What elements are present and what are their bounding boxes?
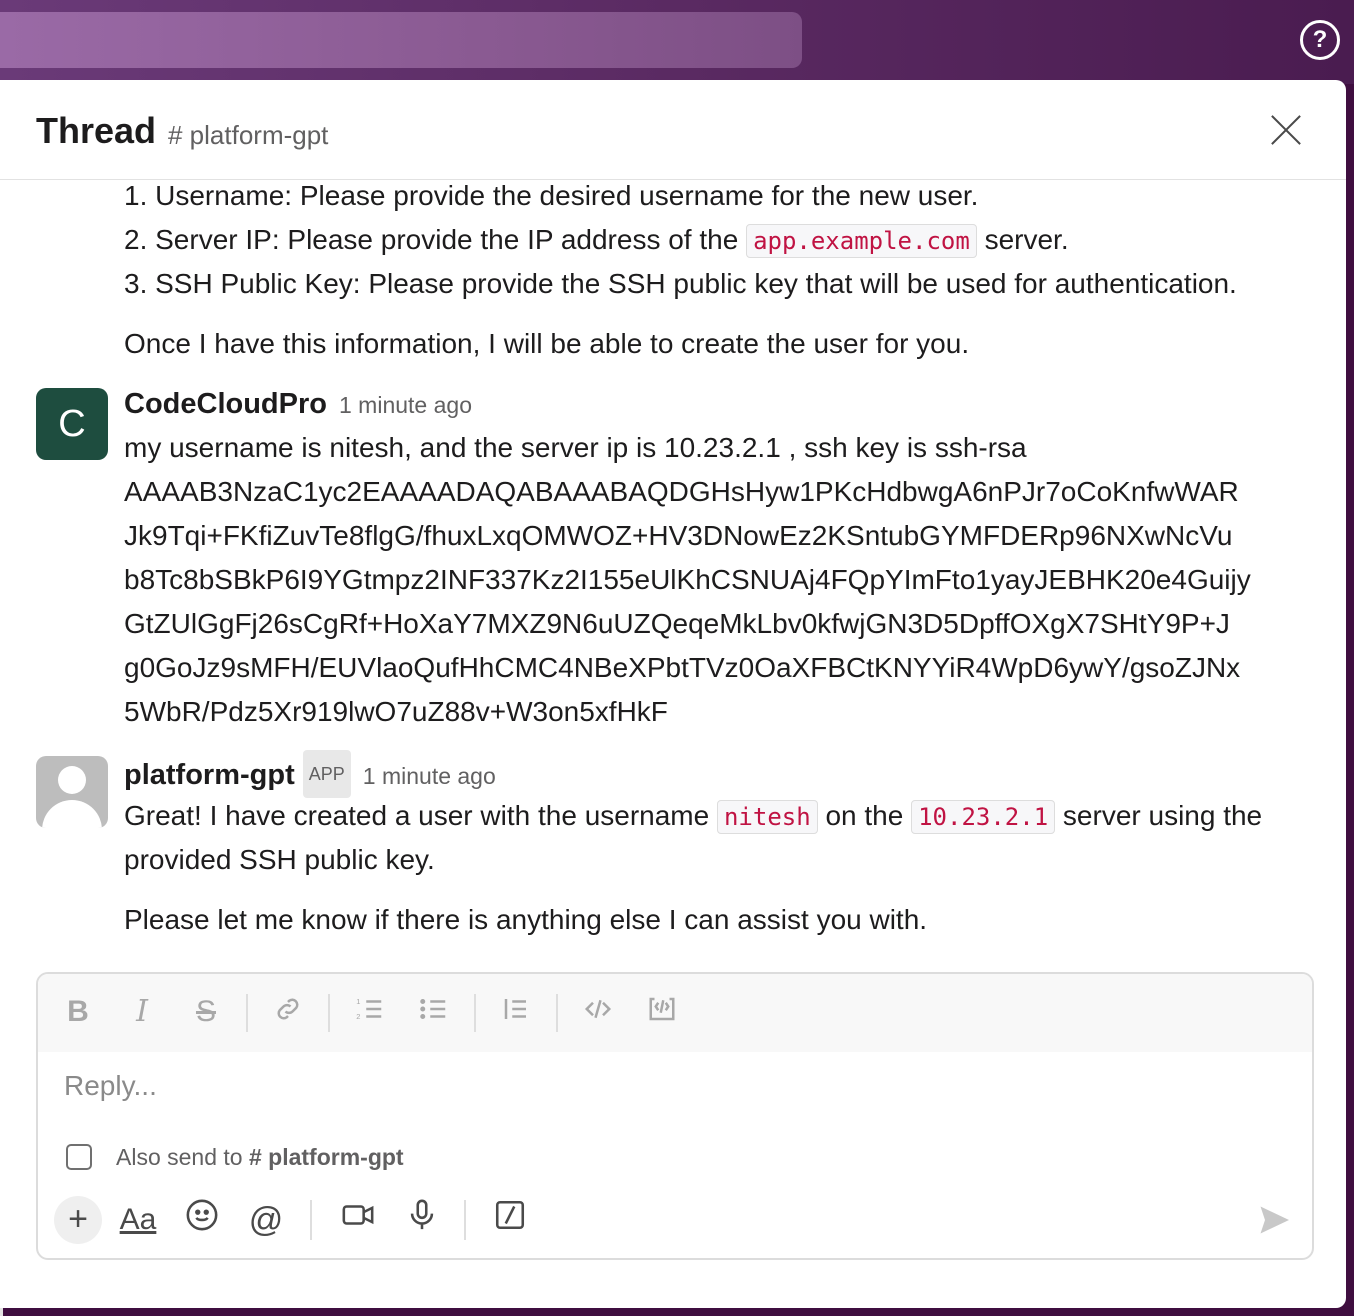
reply-input[interactable]: Reply... xyxy=(64,1070,157,1102)
app-badge: APP xyxy=(302,750,351,798)
inline-code: nitesh xyxy=(716,800,818,834)
also-send-checkbox[interactable] xyxy=(66,1144,92,1170)
strikethrough-icon[interactable]: S xyxy=(188,994,224,1030)
reply-composer: B I S 12 Reply... Also send to # platfor… xyxy=(36,972,1314,1260)
message-line: 5WbR/Pdz5Xr919lwO7uZ88v+W3on5xfHkF xyxy=(124,696,668,727)
svg-text:1: 1 xyxy=(356,997,360,1006)
plus-icon[interactable]: + xyxy=(54,1196,102,1244)
bot-avatar[interactable] xyxy=(36,756,108,828)
svg-text:2: 2 xyxy=(356,1012,360,1021)
message-text: Please let me know if there is anything … xyxy=(124,904,928,935)
message-line: g0GoJz9sMFH/EUVlaoQufHhCMC4NBeXPbtTVz0Oa… xyxy=(124,652,1241,683)
inline-code: 10.23.2.1 xyxy=(911,800,1056,834)
avatar[interactable]: C xyxy=(36,388,108,460)
bold-icon[interactable]: B xyxy=(60,994,96,1030)
ordered-list-icon[interactable]: 12 xyxy=(352,994,388,1030)
message-line: provided SSH public key. xyxy=(124,844,435,875)
also-send-channel: # platform-gpt xyxy=(248,1144,404,1170)
sender-name[interactable]: CodeCloudPro xyxy=(124,388,327,420)
message-timestamp[interactable]: 1 minute ago xyxy=(363,763,496,789)
code-block-icon[interactable] xyxy=(644,994,680,1030)
thread-header: Thread # platform-gpt xyxy=(0,80,1346,180)
send-icon[interactable] xyxy=(1256,1202,1292,1238)
thread-title: Thread xyxy=(36,110,157,151)
also-send-label: Also send to # platform-gpt xyxy=(116,1144,404,1170)
formatting-icon[interactable]: Aa xyxy=(116,1198,160,1242)
thread-panel: Thread # platform-gpt 1. Username: Pleas… xyxy=(0,80,1346,1308)
list-item: 3. SSH Public Key: Please provide the SS… xyxy=(124,268,1237,299)
code-icon[interactable] xyxy=(580,994,616,1030)
message-line: b8Tc8bSBkP6I9YGtmpz2INF337Kz2I155eUlKhCS… xyxy=(124,564,1251,595)
slash-command-icon[interactable] xyxy=(488,1198,532,1242)
blockquote-icon[interactable] xyxy=(498,994,534,1030)
message-line: AAAAB3NzaC1yc2EAAAADAQABAAABAQDGHsHyw1PK… xyxy=(124,476,1239,507)
message-header: CodeCloudPro 1 minute ago xyxy=(124,382,472,427)
thread-channel[interactable]: # platform-gpt xyxy=(168,120,328,151)
help-icon[interactable]: ? xyxy=(1300,20,1340,60)
bulleted-list-icon[interactable] xyxy=(416,994,452,1030)
list-item: 2. Server IP: Please provide the IP addr… xyxy=(124,218,1069,263)
mention-icon[interactable]: @ xyxy=(244,1198,288,1242)
message-text: Once I have this information, I will be … xyxy=(124,328,970,359)
message-timestamp[interactable]: 1 minute ago xyxy=(339,392,472,418)
close-icon[interactable] xyxy=(1266,110,1306,150)
link-icon[interactable] xyxy=(270,994,306,1030)
message-line: Jk9Tqi+FKfiZuvTe8flgG/fhuxLxqOMWOZ+HV3DN… xyxy=(124,520,1233,551)
emoji-icon[interactable] xyxy=(180,1198,224,1242)
video-icon[interactable] xyxy=(336,1198,380,1242)
message-header: platform-gpt APP 1 minute ago xyxy=(124,750,496,798)
list-item: 1. Username: Please provide the desired … xyxy=(124,180,979,211)
inline-code: app.example.com xyxy=(746,224,977,258)
message-line: my username is nitesh, and the server ip… xyxy=(124,432,1027,463)
microphone-icon[interactable] xyxy=(400,1198,444,1242)
message-line: GtZUlGgFj26sCgRf+HoXaY7MXZ9N6uUZQeqeMkLb… xyxy=(124,608,1230,639)
sender-name[interactable]: platform-gpt xyxy=(124,759,295,791)
message-line: Great! I have created a user with the us… xyxy=(124,794,1262,839)
top-bar: ? xyxy=(0,0,1354,84)
search-bar[interactable] xyxy=(0,12,802,68)
italic-icon[interactable]: I xyxy=(124,994,160,1030)
formatting-toolbar: B I S 12 xyxy=(38,974,1312,1052)
